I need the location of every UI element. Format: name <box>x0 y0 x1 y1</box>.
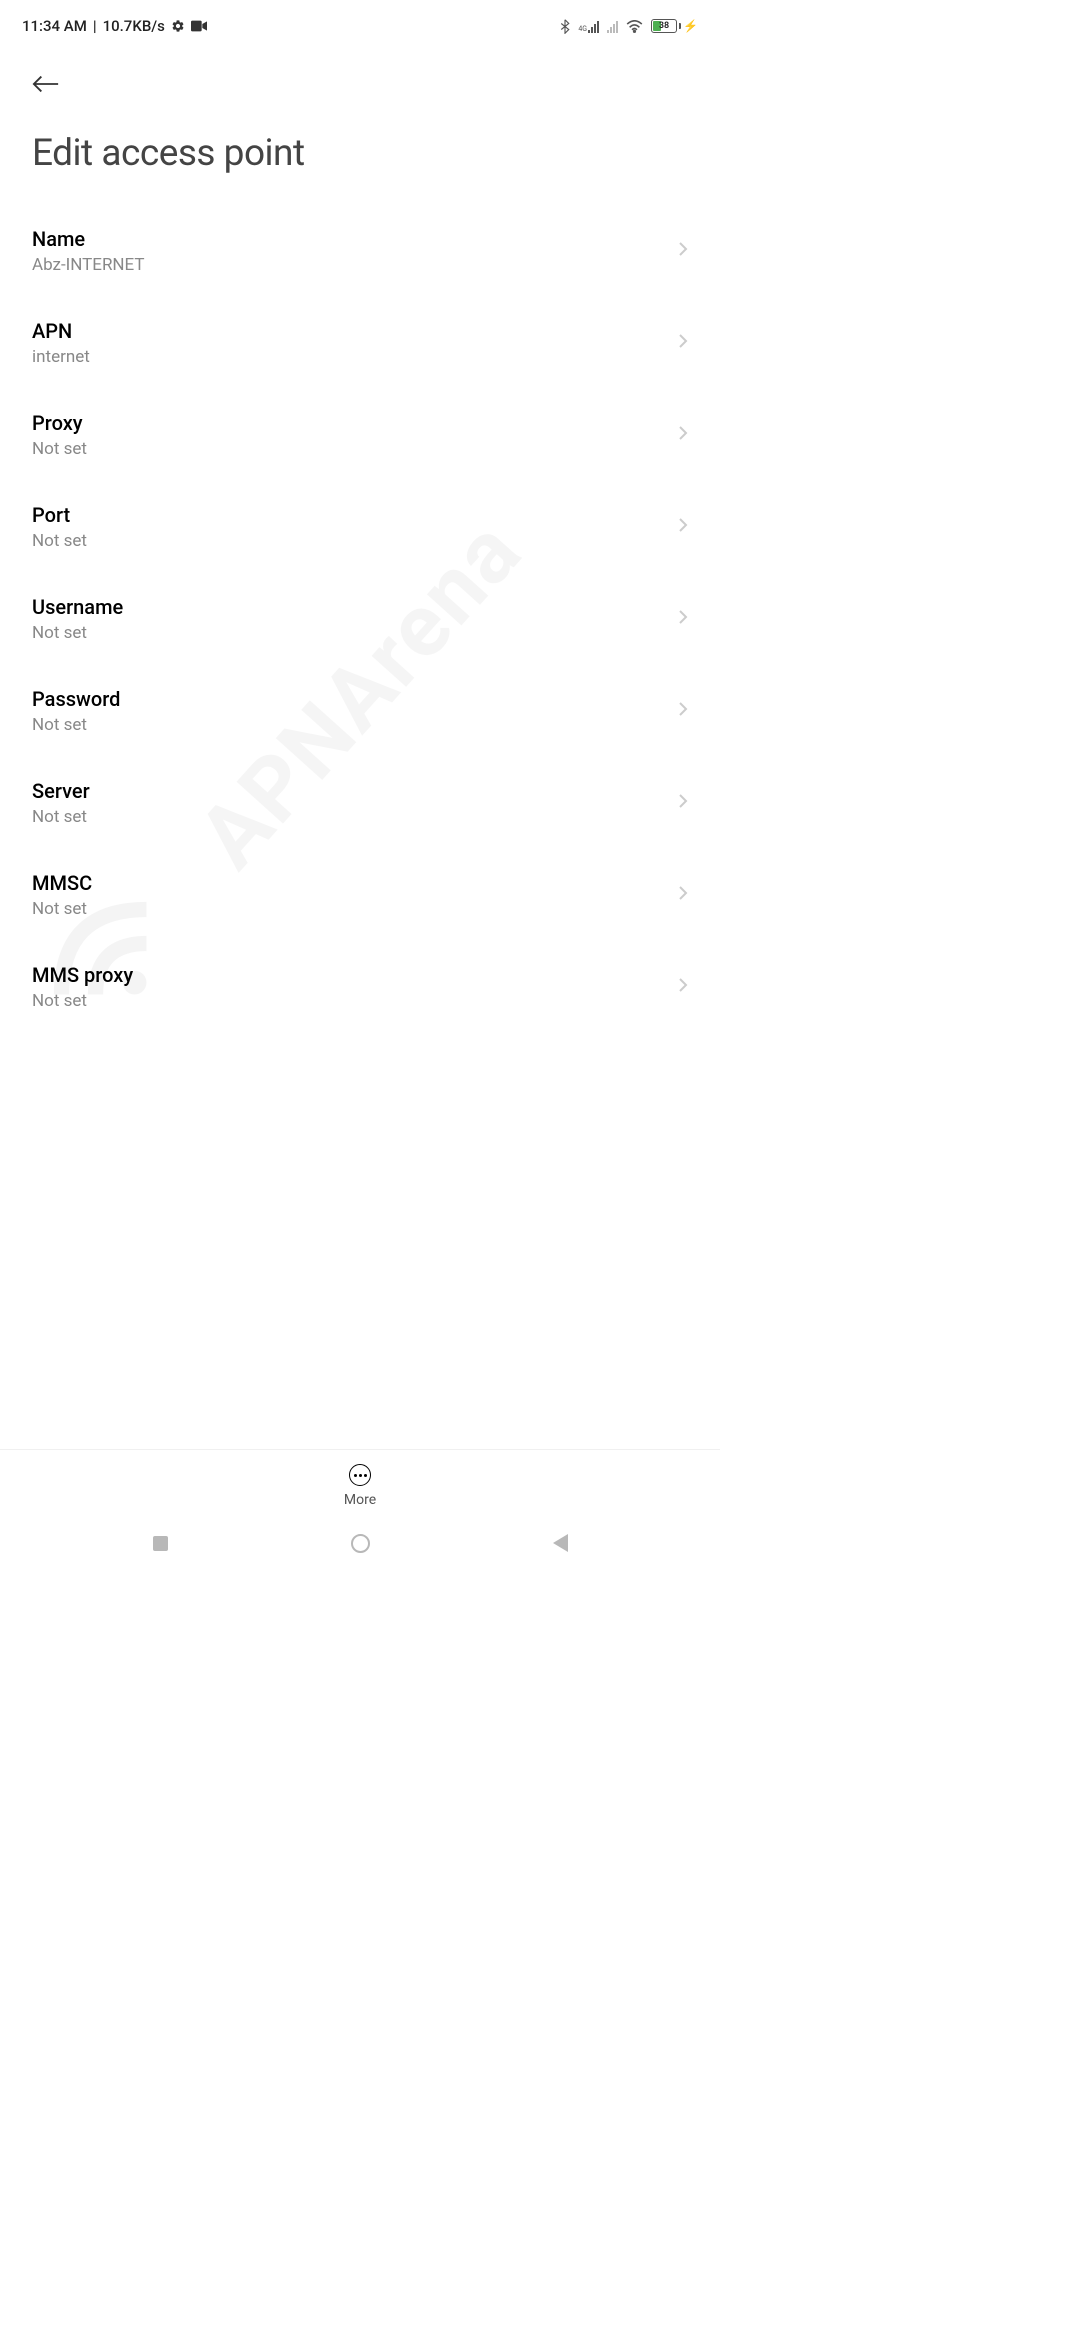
navigation-bar <box>0 1518 720 1568</box>
status-speed: 10.7KB/s <box>103 17 165 35</box>
item-label: Password <box>32 687 120 711</box>
page-title: Edit access point <box>0 114 720 205</box>
more-button[interactable]: More <box>0 1449 720 1508</box>
item-label: Server <box>32 779 90 803</box>
item-content: MMS proxy Not set <box>32 963 133 1011</box>
home-button[interactable] <box>348 1531 372 1555</box>
item-content: APN internet <box>32 319 90 367</box>
settings-list: NameAbz-INTERNETAPNinternetProxyNot setP… <box>0 205 720 1033</box>
signal-bars-1 <box>588 20 599 33</box>
status-bar: 11:34 AM | 10.7KB/s 4G <box>0 8 720 44</box>
item-value: Not set <box>32 899 92 919</box>
list-item[interactable]: Password Not set <box>0 665 720 757</box>
battery-indicator: 38 ⚡ <box>651 19 698 33</box>
item-value: Abz-INTERNET <box>32 255 145 275</box>
item-label: Proxy <box>32 411 87 435</box>
item-value: Not set <box>32 991 133 1011</box>
list-item[interactable]: Port Not set <box>0 481 720 573</box>
item-value: Not set <box>32 439 87 459</box>
chevron-right-icon <box>678 241 688 261</box>
item-value: Not set <box>32 531 87 551</box>
status-separator: | <box>93 17 97 35</box>
signal-bars-2 <box>607 20 618 33</box>
item-label: Username <box>32 595 123 619</box>
item-label: Port <box>32 503 87 527</box>
item-content: Password Not set <box>32 687 120 735</box>
status-right: 4G 38 ⚡ <box>560 19 698 34</box>
camera-icon <box>191 20 207 32</box>
item-label: Name <box>32 227 145 251</box>
list-item[interactable]: Username Not set <box>0 573 720 665</box>
status-left: 11:34 AM | 10.7KB/s <box>22 17 207 35</box>
item-value: internet <box>32 347 90 367</box>
chevron-right-icon <box>678 793 688 813</box>
item-content: Port Not set <box>32 503 87 551</box>
item-value: Not set <box>32 623 123 643</box>
item-label: MMS proxy <box>32 963 133 987</box>
item-content: Server Not set <box>32 779 90 827</box>
list-item[interactable]: MMS proxy Not set <box>0 941 720 1033</box>
item-content: Name Abz-INTERNET <box>32 227 145 275</box>
chevron-right-icon <box>678 609 688 629</box>
list-item[interactable]: Name Abz-INTERNET <box>0 205 720 297</box>
item-value: Not set <box>32 715 120 735</box>
chevron-right-icon <box>678 517 688 537</box>
bluetooth-icon <box>560 19 570 34</box>
chevron-right-icon <box>678 977 688 997</box>
item-content: Username Not set <box>32 595 123 643</box>
charging-icon: ⚡ <box>683 19 698 33</box>
battery-percent: 38 <box>659 21 669 31</box>
more-icon <box>349 1464 371 1486</box>
network-type-label: 4G <box>578 26 587 33</box>
chevron-right-icon <box>678 885 688 905</box>
item-label: MMSC <box>32 871 92 895</box>
back-button[interactable] <box>32 64 72 104</box>
status-time: 11:34 AM <box>22 17 87 35</box>
list-item[interactable]: APN internet <box>0 297 720 389</box>
more-label: More <box>344 1492 376 1508</box>
header <box>0 44 720 114</box>
item-content: MMSC Not set <box>32 871 92 919</box>
list-item[interactable]: MMSC Not set <box>0 849 720 941</box>
item-content: Proxy Not set <box>32 411 87 459</box>
back-nav-button[interactable] <box>548 1531 572 1555</box>
chevron-right-icon <box>678 425 688 445</box>
list-item[interactable]: Proxy Not set <box>0 389 720 481</box>
item-label: APN <box>32 319 90 343</box>
chevron-right-icon <box>678 701 688 721</box>
wifi-icon <box>626 20 643 33</box>
item-value: Not set <box>32 807 90 827</box>
list-item[interactable]: Server Not set <box>0 757 720 849</box>
recent-apps-button[interactable] <box>148 1531 172 1555</box>
gear-icon <box>171 19 185 33</box>
chevron-right-icon <box>678 333 688 353</box>
